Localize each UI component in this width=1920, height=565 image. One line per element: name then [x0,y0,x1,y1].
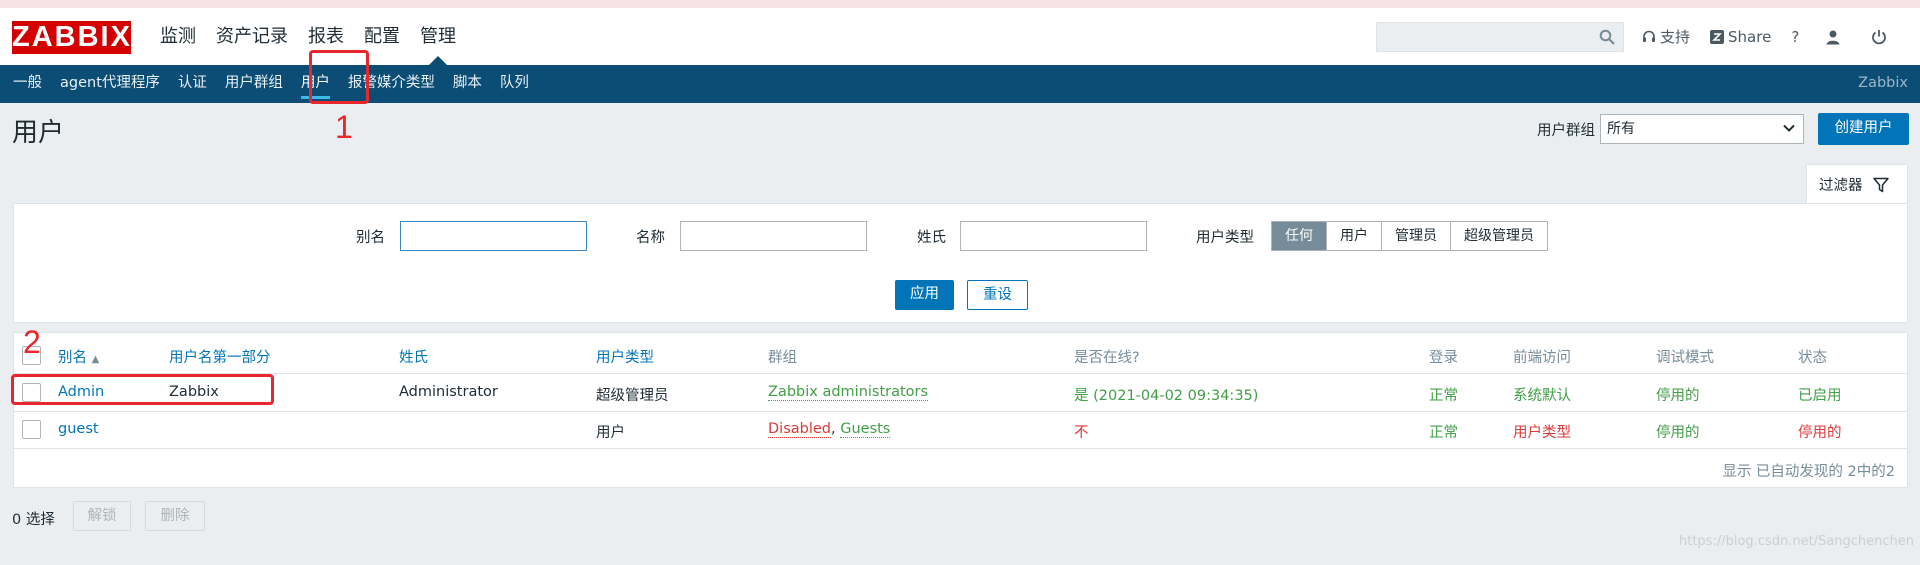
subnav-general[interactable]: 一般 [4,65,51,103]
status-toggle[interactable]: 已启用 [1798,384,1842,405]
surname-label: 姓氏 [917,230,946,246]
search-input[interactable] [1376,22,1624,52]
share-link[interactable]: Share [1710,28,1771,46]
menu-monitoring[interactable]: 监测 [150,8,206,65]
header-surname[interactable]: 姓氏 [399,346,428,367]
search-icon[interactable] [1599,29,1615,45]
headset-icon [1643,30,1655,42]
power-icon [1872,29,1887,44]
share-label: Share [1728,27,1772,46]
header-login: 登录 [1429,350,1458,366]
menu-inventory[interactable]: 资产记录 [206,8,298,65]
found-count: 显示 已自动发现的 2中的2 [1722,464,1895,480]
group-link[interactable]: Guests [840,421,891,438]
type-user-button[interactable]: 用户 [1327,222,1382,250]
type-any-button[interactable]: 任何 [1272,222,1327,250]
row-divider [14,411,1907,412]
apply-button[interactable]: 应用 [895,280,954,310]
alias-label: 别名 [356,230,385,246]
user-type: 用户 [596,425,625,441]
user-type-label: 用户类型 [1196,230,1254,246]
share-z-icon [1710,29,1725,44]
filter-tab[interactable]: 过滤器 [1806,164,1908,204]
top-stripe [0,0,1920,8]
filter-icon [1872,177,1889,192]
subnav-proxies[interactable]: agent代理程序 [51,65,169,103]
usergroup-select[interactable]: 所有 [1600,114,1804,144]
alias-input[interactable] [400,221,587,251]
create-user-button[interactable]: 创建用户 [1818,113,1909,145]
zabbix-logo[interactable]: ZABBIX [12,21,131,54]
usergroup-label: 用户群组 [1537,123,1595,139]
header-name[interactable]: 用户名第一部分 [169,346,271,367]
sub-navigation: 一般 agent代理程序 认证 用户群组 用户 报警媒介类型 脚本 队列 Zab… [0,65,1920,103]
header-alias[interactable]: 别名 ▲ [58,346,99,367]
header-status: 状态 [1798,350,1827,366]
top-links: 支持 Share ? [1642,8,1917,65]
surname-input[interactable] [960,221,1147,251]
status-toggle[interactable]: 停用的 [1798,421,1842,442]
frontend-access: 用户类型 [1513,425,1571,441]
login-status: 正常 [1429,425,1458,441]
login-status: 正常 [1429,388,1458,404]
type-superadmin-button[interactable]: 超级管理员 [1451,222,1547,250]
group-link[interactable]: Disabled [768,421,831,438]
header-online: 是否在线? [1074,350,1140,366]
profile-link[interactable] [1825,29,1845,45]
subnav-scripts[interactable]: 脚本 [444,65,491,103]
annotation-number-1: 1 [335,109,353,145]
support-label: 支持 [1660,28,1691,46]
header-groups: 群组 [768,350,797,366]
online-status: 是 (2021-04-02 09:34:35) [1074,388,1259,404]
annotation-box-admin-row [11,374,274,405]
menu-administration[interactable]: 管理 [410,8,466,65]
name-label: 名称 [636,230,665,246]
annotation-number-2: 2 [23,324,41,360]
watermark: https://blog.csdn.net/Sangchenchen [1678,534,1914,549]
submenu: 一般 agent代理程序 认证 用户群组 用户 报警媒介类型 脚本 队列 [4,65,538,103]
header-frontend-access: 前端访问 [1513,350,1571,366]
subnav-user-groups[interactable]: 用户群组 [216,65,292,103]
groups-cell: Disabled, Guests [768,421,891,438]
header-bar: ZABBIX 监测 资产记录 报表 配置 管理 支持 Share ? [0,8,1920,65]
users-table: 别名 ▲ 用户名第一部分 姓氏 用户类型 群组 是否在线? 登录 前端访问 调试… [13,332,1908,488]
group-link[interactable]: Zabbix administrators [768,384,929,401]
header-divider [14,373,1907,374]
header-user-type[interactable]: 用户类型 [596,346,654,367]
debug-mode: 停用的 [1656,388,1700,404]
server-name: Zabbix [1858,75,1908,91]
filter-tab-label: 过滤器 [1819,178,1863,194]
user-alias-link[interactable]: guest [58,421,99,437]
debug-mode: 停用的 [1656,425,1700,441]
user-type-segmented: 任何 用户 管理员 超级管理员 [1271,221,1548,251]
user-icon [1826,30,1840,44]
delete-button[interactable]: 删除 [145,501,205,531]
page-title: 用户 [12,118,65,148]
row-divider [14,448,1907,449]
annotation-box-users-tab [309,50,369,104]
type-admin-button[interactable]: 管理员 [1382,222,1451,250]
logout-link[interactable] [1871,29,1891,45]
unblock-button[interactable]: 解锁 [73,501,131,531]
user-surname: Administrator [399,384,498,400]
subnav-authentication[interactable]: 认证 [169,65,216,103]
help-link[interactable]: ? [1791,28,1799,46]
reset-button[interactable]: 重设 [967,280,1028,310]
chevron-down-icon [1783,124,1795,132]
main-menu: 监测 资产记录 报表 配置 管理 [150,8,466,65]
subnav-queue[interactable]: 队列 [491,65,538,103]
row-checkbox[interactable] [22,420,41,439]
filter-panel: 别名 名称 姓氏 用户类型 任何 用户 管理员 超级管理员 应用 重设 [13,203,1908,323]
usergroup-selected: 所有 [1607,121,1635,137]
frontend-access: 系统默认 [1513,388,1571,404]
selected-count: 0 选择 [12,512,55,528]
online-status: 不 [1074,425,1089,441]
name-input[interactable] [680,221,867,251]
user-type: 超级管理员 [596,388,669,404]
support-link[interactable]: 支持 [1642,26,1690,47]
header-debug-mode: 调试模式 [1656,350,1714,366]
